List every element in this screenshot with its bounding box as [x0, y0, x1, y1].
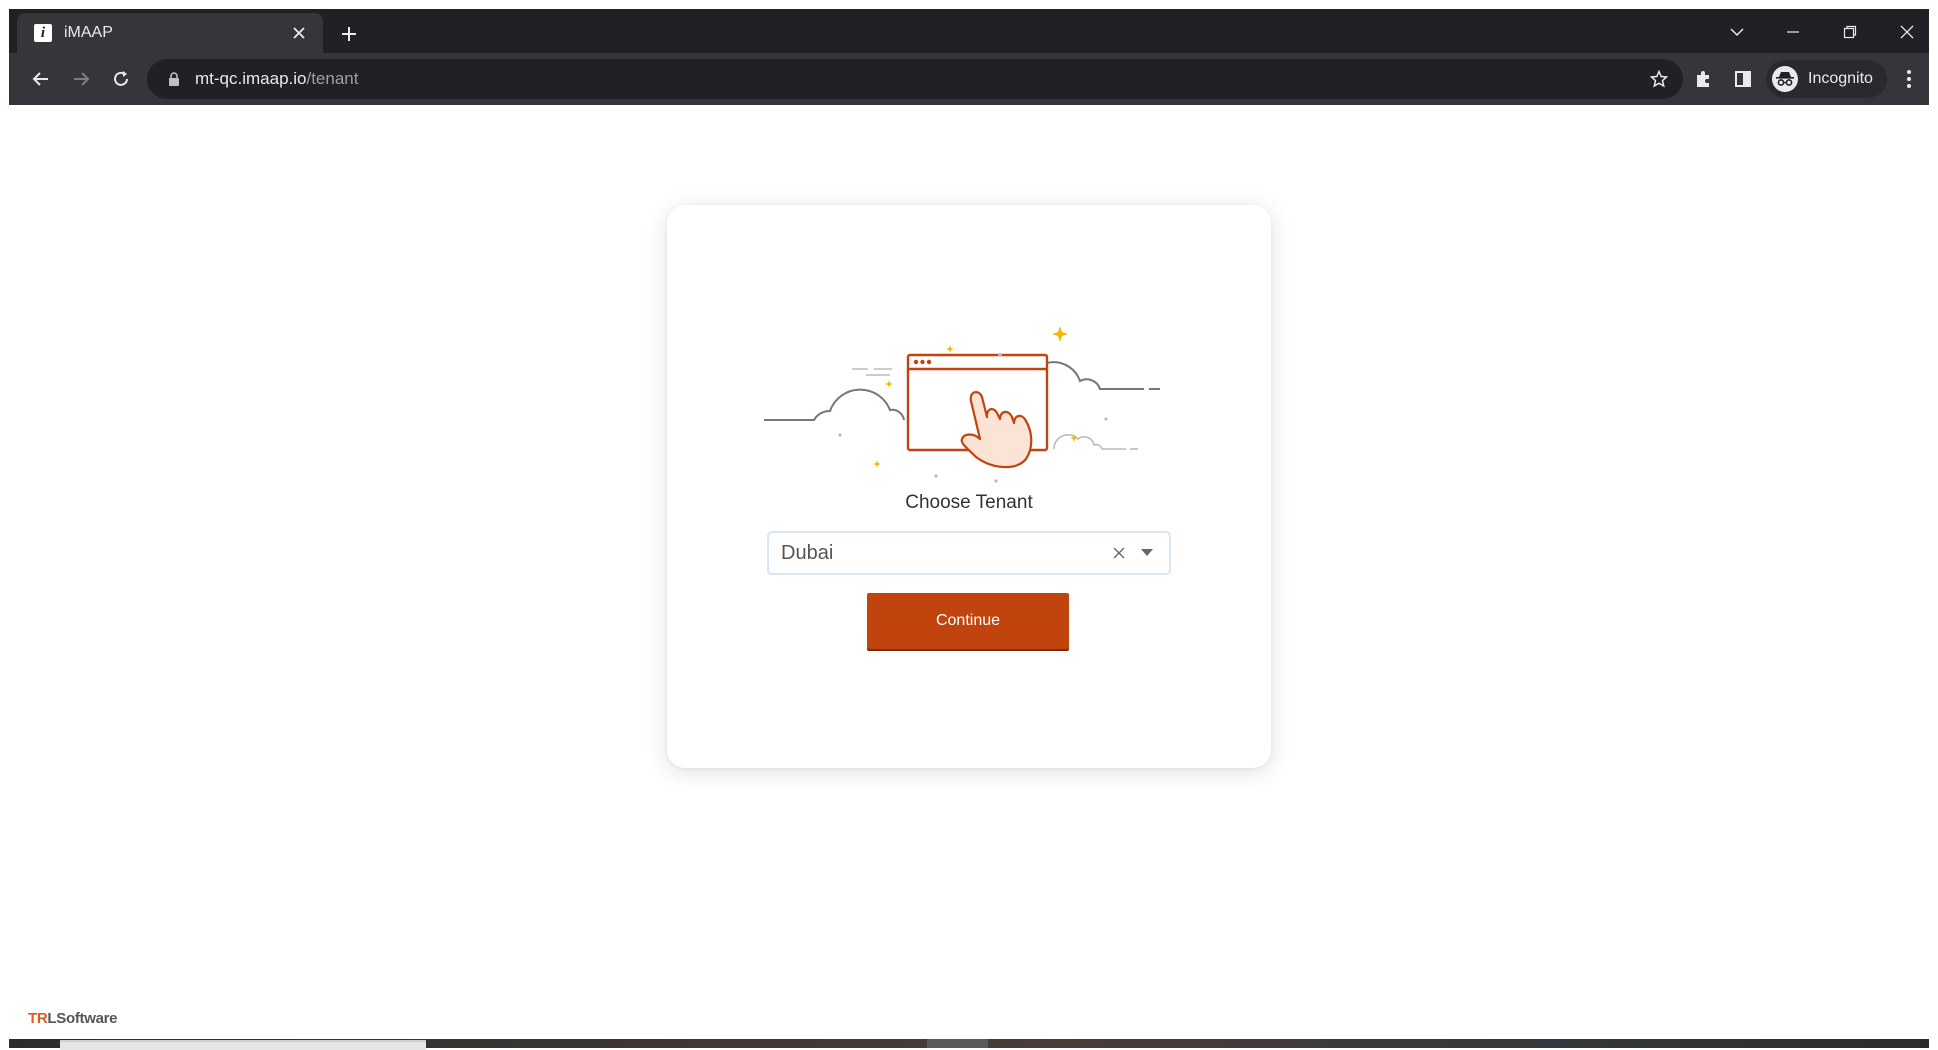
url-host: mt-qc.imaap.io	[195, 69, 307, 88]
side-panel-icon[interactable]	[1729, 65, 1757, 93]
browser-toolbar: mt-qc.imaap.io/tenant Incognito	[9, 53, 1929, 105]
tenant-card: Choose Tenant Dubai Continue	[667, 205, 1271, 768]
close-window-icon[interactable]	[1887, 17, 1927, 47]
logo-part-tr: TR	[28, 1010, 48, 1027]
tab-title: iMAAP	[64, 24, 113, 41]
taskbar-item[interactable]	[927, 1039, 988, 1048]
extensions-icon[interactable]	[1689, 65, 1717, 93]
new-tab-icon[interactable]	[336, 21, 362, 47]
logo-part-l: L	[47, 1010, 57, 1027]
lock-icon[interactable]	[167, 71, 181, 87]
taskbar-window-thumbnail[interactable]	[60, 1040, 426, 1050]
tenant-select-value: Dubai	[781, 541, 834, 564]
close-tab-icon[interactable]	[287, 21, 311, 45]
chevron-down-icon[interactable]	[1135, 541, 1159, 565]
browser-menu-icon[interactable]	[1895, 65, 1923, 93]
tab-strip: i iMAAP	[9, 9, 1929, 53]
incognito-profile-button[interactable]: Incognito	[1766, 60, 1887, 98]
restore-icon[interactable]	[1830, 17, 1870, 47]
url-path: /tenant	[306, 69, 359, 88]
tab-search-icon[interactable]	[1717, 17, 1757, 47]
browser-chrome: i iMAAP mt-qc.imaap.io/tenant Incognito	[9, 9, 1929, 105]
back-icon[interactable]	[27, 65, 55, 93]
page-title: Choose Tenant	[905, 492, 1033, 513]
bookmark-star-icon[interactable]	[1647, 67, 1671, 91]
forward-icon[interactable]	[67, 65, 95, 93]
incognito-icon	[1772, 66, 1798, 92]
trl-software-logo: TRLSoftware	[28, 1010, 118, 1027]
incognito-label: Incognito	[1808, 70, 1873, 87]
address-bar[interactable]: mt-qc.imaap.io/tenant	[147, 59, 1683, 99]
url-text: mt-qc.imaap.io/tenant	[195, 69, 358, 89]
logo-part-software: Software	[56, 1010, 118, 1027]
continue-button[interactable]: Continue	[867, 593, 1069, 649]
reload-icon[interactable]	[107, 65, 135, 93]
browser-tab[interactable]: i iMAAP	[17, 13, 323, 53]
window-frame	[0, 0, 9, 1048]
clear-icon[interactable]	[1107, 541, 1131, 565]
tenant-select[interactable]: Dubai	[767, 531, 1171, 575]
tenant-illustration	[764, 293, 1174, 493]
minimize-icon[interactable]	[1773, 17, 1813, 47]
favicon-icon: i	[34, 24, 52, 42]
